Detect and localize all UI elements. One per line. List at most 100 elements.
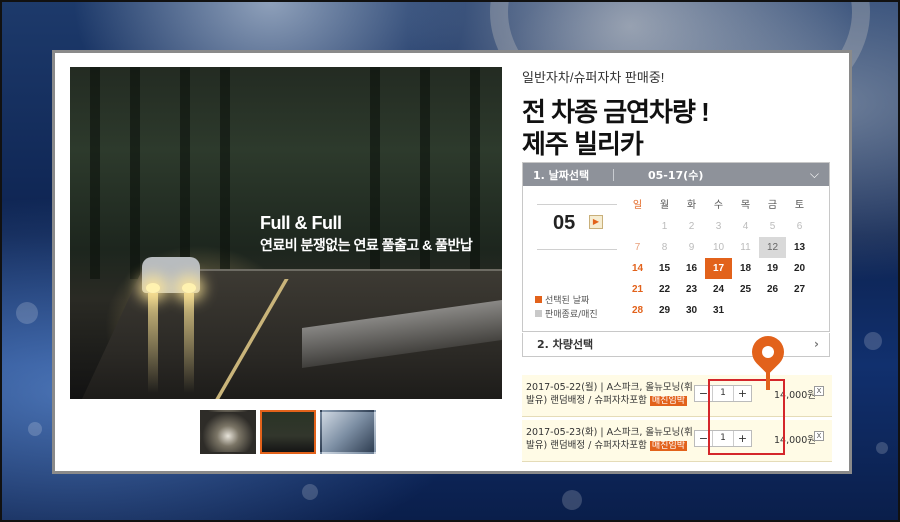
week-row: 14 15 16 17 18 19 20 <box>624 258 813 279</box>
day-cell: 4 <box>742 221 749 232</box>
thumbnail-strip <box>200 410 376 454</box>
next-month-icon[interactable]: ▶ <box>589 215 603 229</box>
day-cell[interactable]: 26 <box>759 279 786 300</box>
day-cell[interactable]: 28 <box>624 300 651 321</box>
legend-closed-label: 판매종료/매진 <box>545 310 598 320</box>
day-cell[interactable]: 18 <box>732 258 759 279</box>
headlight-beam <box>148 293 158 393</box>
background-droplet <box>864 332 882 350</box>
hero-title: Full & Full <box>260 213 342 233</box>
day-cell <box>732 300 759 321</box>
option-description: 2017-05-22(월) | A스파크, 올뉴모닝(휘발유) 랜덤배정 / 슈… <box>526 381 694 408</box>
day-cell: 9 <box>688 242 695 253</box>
weekday-label: 월 <box>659 200 670 211</box>
legend-swatch-selected <box>535 296 542 303</box>
day-cell <box>624 216 651 237</box>
chevron-right-icon: › <box>814 337 819 351</box>
thumbnail-2[interactable] <box>260 410 316 454</box>
divider <box>537 249 617 250</box>
day-cell-today: 12 <box>759 237 786 258</box>
tree <box>220 67 230 279</box>
day-cell <box>759 300 786 321</box>
headlight <box>146 283 160 293</box>
month-number: 05 <box>553 212 576 234</box>
header-divider <box>613 168 614 181</box>
headlight <box>182 283 196 293</box>
product-title-line2: 제주 빌리카 <box>522 129 644 159</box>
day-cell: 8 <box>661 242 668 253</box>
weekday-label: 수 <box>713 200 724 211</box>
calendar-legend: 선택된 날짜 판매종료/매진 <box>535 294 598 322</box>
weekday-label: 일 <box>632 200 643 211</box>
option-description: 2017-05-23(화) | A스파크, 올뉴모닝(휘발유) 랜덤배정 / 슈… <box>526 426 694 453</box>
day-cell: 5 <box>769 221 776 232</box>
background-droplet <box>16 302 38 324</box>
day-cell[interactable]: 30 <box>678 300 705 321</box>
weekday-row: 일 월 화 수 목 금 토 <box>624 195 813 216</box>
day-cell[interactable]: 16 <box>678 258 705 279</box>
legend-selected: 선택된 날짜 <box>535 294 598 308</box>
day-cell[interactable]: 29 <box>651 300 678 321</box>
day-cell[interactable]: 24 <box>705 279 732 300</box>
map-pin-icon-dot <box>762 346 774 358</box>
day-cell: 6 <box>796 221 803 232</box>
month-selector: 05 ▶ <box>537 204 617 291</box>
day-cell: 7 <box>634 242 641 253</box>
day-cell-selected[interactable]: 17 <box>705 258 732 279</box>
sold-out-soon-badge: 매진임박 <box>649 396 688 406</box>
selected-options: 2017-05-22(월) | A스파크, 올뉴모닝(휘발유) 랜덤배정 / 슈… <box>522 375 832 465</box>
hero-subtitle: 연료비 분쟁없는 연료 풀출고 & 풀반납 <box>260 237 473 253</box>
day-cell: 2 <box>688 221 695 232</box>
week-row: 28 29 30 31 <box>624 300 813 321</box>
remove-option-icon[interactable]: X <box>814 386 824 396</box>
calendar-grid: 일 월 화 수 목 금 토 1 2 3 4 5 6 7 8 9 10 11 12… <box>624 195 813 321</box>
day-cell[interactable]: 27 <box>786 279 813 300</box>
tree <box>130 67 140 279</box>
selected-date: 05-17(수) <box>648 168 704 182</box>
remove-option-icon[interactable]: X <box>814 431 824 441</box>
day-cell[interactable]: 20 <box>786 258 813 279</box>
week-row: 21 22 23 24 25 26 27 <box>624 279 813 300</box>
sold-out-soon-badge: 매진임박 <box>649 441 688 451</box>
legend-closed: 판매종료/매진 <box>535 308 598 322</box>
divider <box>537 204 617 205</box>
day-cell[interactable]: 25 <box>732 279 759 300</box>
step-1-label: 1. 날짜선택 <box>533 168 590 182</box>
chevron-down-icon[interactable]: ⌵ <box>810 167 819 182</box>
product-info: 일반자차/슈퍼자차 판매중! 전 차종 금연차량 ! 제주 빌리카 <box>522 67 832 160</box>
step-2-label: 2. 차량선택 <box>537 338 594 351</box>
date-calendar: 1. 날짜선택 05-17(수) ⌵ 05 ▶ 선택된 날짜 판매종료/매진 일… <box>522 162 830 332</box>
day-cell[interactable]: 13 <box>786 237 813 258</box>
day-cell: 11 <box>740 242 751 253</box>
calendar-header[interactable]: 1. 날짜선택 05-17(수) ⌵ <box>523 163 829 186</box>
legend-swatch-closed <box>535 310 542 317</box>
weekday-label: 목 <box>740 200 751 211</box>
day-cell[interactable]: 15 <box>651 258 678 279</box>
day-cell[interactable]: 31 <box>705 300 732 321</box>
headlight-beam <box>184 293 194 393</box>
thumbnail-3[interactable] <box>320 410 376 454</box>
option-row: 2017-05-22(월) | A스파크, 올뉴모닝(휘발유) 랜덤배정 / 슈… <box>522 375 832 417</box>
thumbnail-1[interactable] <box>200 410 256 454</box>
day-cell: 10 <box>712 242 725 253</box>
day-cell[interactable]: 23 <box>678 279 705 300</box>
legend-selected-label: 선택된 날짜 <box>545 296 590 306</box>
background-droplet <box>876 442 888 454</box>
weekday-label: 토 <box>794 200 805 211</box>
background-droplet <box>302 484 318 500</box>
day-cell[interactable]: 14 <box>624 258 651 279</box>
background-droplet <box>562 490 582 510</box>
day-cell[interactable]: 22 <box>651 279 678 300</box>
weekday-label: 화 <box>686 200 697 211</box>
map-pin-icon-pointer <box>766 364 770 390</box>
hero-image: Full & Full 연료비 분쟁없는 연료 풀출고 & 풀반납 <box>70 67 502 399</box>
price-highlight-box <box>708 379 785 455</box>
day-cell: 1 <box>661 221 668 232</box>
option-row: 2017-05-23(화) | A스파크, 올뉴모닝(휘발유) 랜덤배정 / 슈… <box>522 420 832 462</box>
day-cell[interactable]: 21 <box>624 279 651 300</box>
day-cell[interactable]: 19 <box>759 258 786 279</box>
weekday-label: 금 <box>767 200 778 211</box>
background-droplet <box>28 422 42 436</box>
product-title-line1: 전 차종 금연차량 ! <box>522 97 710 127</box>
tree <box>90 67 100 279</box>
